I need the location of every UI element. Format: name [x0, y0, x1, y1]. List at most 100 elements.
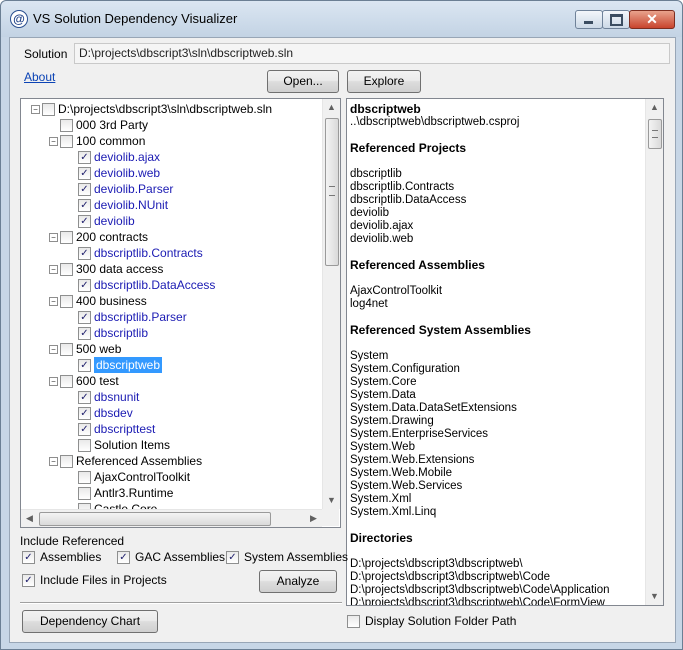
assemblies-checkbox[interactable]: ✓	[22, 551, 35, 564]
tree-node[interactable]: − 600 test	[21, 373, 321, 389]
project-tree[interactable]: − D:\projects\dbscript3\sln\dbscriptweb.s…	[20, 98, 341, 528]
system-assemblies-checkbox[interactable]: ✓	[226, 551, 239, 564]
title-bar[interactable]: @ VS Solution Dependency Visualizer ✕	[1, 1, 682, 37]
dependency-chart-button[interactable]: Dependency Chart	[22, 610, 158, 633]
tree-node[interactable]: − 500 web	[21, 341, 321, 357]
tree-node[interactable]: Solution Items	[21, 437, 321, 453]
tree-node-checkbox[interactable]	[78, 487, 91, 500]
details-scroll-up-icon[interactable]: ▲	[646, 99, 663, 116]
details-vertical-scrollbar[interactable]: ▲ ▼	[645, 99, 663, 605]
tree-expander-icon[interactable]: −	[49, 345, 58, 354]
minimize-button[interactable]	[575, 10, 603, 29]
tree-expander-icon[interactable]: −	[49, 137, 58, 146]
tree-node-checkbox[interactable]	[60, 343, 73, 356]
tree-node-checkbox[interactable]	[60, 455, 73, 468]
tree-expander-icon[interactable]: −	[49, 377, 58, 386]
tree-node-checkbox[interactable]	[60, 119, 73, 132]
tree-node[interactable]: ✓ dbscripttest	[21, 421, 321, 437]
scroll-left-icon[interactable]: ◀	[21, 510, 38, 527]
gac-assemblies-checkbox[interactable]: ✓	[117, 551, 130, 564]
explore-button[interactable]: Explore	[347, 70, 421, 93]
tree-node[interactable]: − 300 data access	[21, 261, 321, 277]
tree-node[interactable]: ✓ dbscriptlib.Contracts	[21, 245, 321, 261]
tree-node[interactable]: ✓ dbscriptlib	[21, 325, 321, 341]
tree-node-checkbox[interactable]: ✓	[78, 407, 91, 420]
scroll-right-icon[interactable]: ▶	[305, 510, 322, 527]
gac-assemblies-option[interactable]: ✓ GAC Assemblies	[117, 550, 227, 564]
tree-vertical-scrollbar[interactable]: ▲ ▼	[322, 99, 340, 509]
tree-node[interactable]: ✓ deviolib	[21, 213, 321, 229]
display-folder-option[interactable]: Display Solution Folder Path	[347, 614, 517, 628]
tree-expander-icon[interactable]: −	[49, 457, 58, 466]
scroll-down-icon[interactable]: ▼	[323, 492, 340, 509]
tree-node-checkbox[interactable]	[60, 295, 73, 308]
tree-horizontal-scrollbar[interactable]: ◀ ▶	[21, 509, 322, 527]
tree-node[interactable]: ✓ dbsnunit	[21, 389, 321, 405]
tree-node[interactable]: − Referenced Assemblies	[21, 453, 321, 469]
tree-expander-icon[interactable]: −	[49, 265, 58, 274]
include-files-option[interactable]: ✓ Include Files in Projects	[22, 573, 172, 587]
details-line: D:\projects\dbscript3\dbscriptweb\	[350, 558, 523, 570]
maximize-button[interactable]	[602, 10, 630, 29]
tree-node-checkbox[interactable]: ✓	[78, 247, 91, 260]
maximize-icon	[610, 14, 623, 26]
details-scroll-down-icon[interactable]: ▼	[646, 588, 663, 605]
tree-node-checkbox[interactable]: ✓	[78, 215, 91, 228]
tree-node-checkbox[interactable]: ✓	[78, 167, 91, 180]
tree-node-checkbox[interactable]: ✓	[78, 151, 91, 164]
display-folder-checkbox[interactable]	[347, 615, 360, 628]
tree-node[interactable]: ✓ deviolib.web	[21, 165, 321, 181]
tree-horizontal-thumb[interactable]	[39, 512, 271, 526]
tree-node[interactable]: AjaxControlToolkit	[21, 469, 321, 485]
solution-path-field[interactable]: D:\projects\dbscript3\sln\dbscriptweb.sl…	[74, 43, 670, 64]
tree-node-checkbox[interactable]	[60, 135, 73, 148]
tree-node-checkbox[interactable]	[60, 263, 73, 276]
tree-node-checkbox[interactable]: ✓	[78, 311, 91, 324]
tree-node[interactable]: ✓ deviolib.ajax	[21, 149, 321, 165]
details-vertical-thumb[interactable]	[648, 119, 662, 149]
tree-node-label: deviolib.web	[94, 166, 161, 180]
tree-vertical-thumb[interactable]	[325, 118, 339, 266]
tree-node[interactable]: ✓ deviolib.Parser	[21, 181, 321, 197]
tree-node[interactable]: ✓ dbscriptlib.Parser	[21, 309, 321, 325]
close-button[interactable]: ✕	[629, 10, 675, 29]
system-assemblies-option[interactable]: ✓ System Assemblies	[226, 550, 348, 564]
tree-node[interactable]: − 400 business	[21, 293, 321, 309]
analyze-button[interactable]: Analyze	[259, 570, 337, 593]
separator	[20, 602, 342, 604]
details-panel[interactable]: dbscriptweb ..\dbscriptweb\dbscriptweb.cs…	[346, 98, 664, 606]
tree-node-checkbox[interactable]	[60, 375, 73, 388]
include-files-checkbox[interactable]: ✓	[22, 574, 35, 587]
tree-node-checkbox[interactable]: ✓	[78, 279, 91, 292]
scroll-up-icon[interactable]: ▲	[323, 99, 340, 116]
tree-node-checkbox[interactable]	[42, 103, 55, 116]
tree-node-checkbox[interactable]: ✓	[78, 199, 91, 212]
about-link[interactable]: About	[24, 70, 55, 84]
assemblies-label: Assemblies	[40, 550, 102, 564]
tree-node-checkbox[interactable]: ✓	[78, 183, 91, 196]
details-line: D:\projects\dbscript3\dbscriptweb\Code	[350, 571, 551, 583]
tree-node[interactable]: Antlr3.Runtime	[21, 485, 321, 501]
tree-node[interactable]: − D:\projects\dbscript3\sln\dbscriptweb.s…	[21, 101, 321, 117]
tree-node-label: Solution Items	[94, 438, 171, 452]
tree-node[interactable]: ✓ dbscriptweb	[21, 357, 321, 373]
tree-node[interactable]: ✓ dbsdev	[21, 405, 321, 421]
tree-node-checkbox[interactable]: ✓	[78, 423, 91, 436]
tree-node-checkbox[interactable]: ✓	[78, 359, 91, 372]
tree-node[interactable]: − 100 common	[21, 133, 321, 149]
tree-expander-icon[interactable]: −	[31, 105, 40, 114]
tree-node[interactable]: 000 3rd Party	[21, 117, 321, 133]
tree-node-checkbox[interactable]	[60, 231, 73, 244]
tree-node[interactable]: − 200 contracts	[21, 229, 321, 245]
tree-node[interactable]: ✓ deviolib.NUnit	[21, 197, 321, 213]
open-button[interactable]: Open...	[267, 70, 339, 93]
tree-node-checkbox[interactable]: ✓	[78, 391, 91, 404]
tree-node-checkbox[interactable]: ✓	[78, 327, 91, 340]
tree-node[interactable]: ✓ dbscriptlib.DataAccess	[21, 277, 321, 293]
tree-node-checkbox[interactable]	[78, 471, 91, 484]
tree-node-checkbox[interactable]	[78, 439, 91, 452]
assemblies-option[interactable]: ✓ Assemblies	[22, 550, 112, 564]
details-heading: dbscriptweb	[350, 102, 421, 116]
tree-expander-icon[interactable]: −	[49, 297, 58, 306]
tree-expander-icon[interactable]: −	[49, 233, 58, 242]
